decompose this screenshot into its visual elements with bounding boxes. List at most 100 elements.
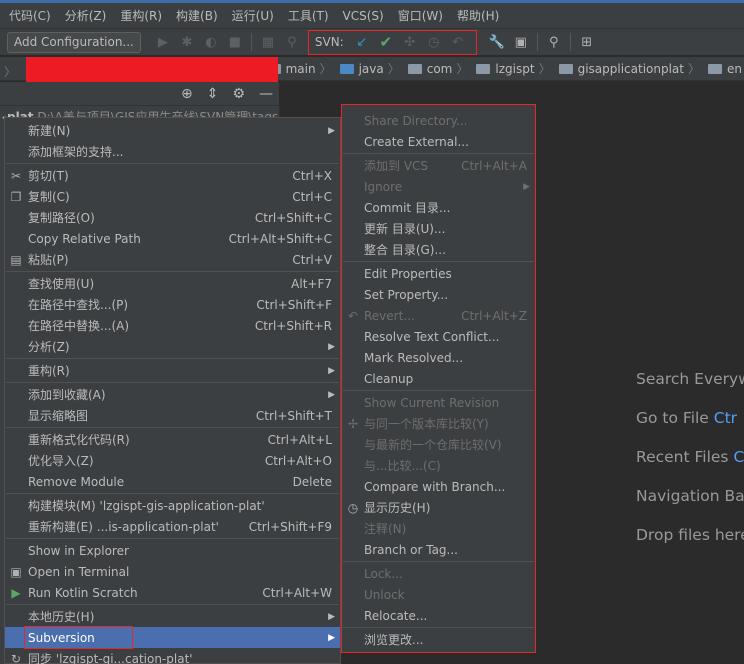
build-icon[interactable]: ▦ [256, 32, 280, 52]
context-menu-item-item[interactable]: 添加框架的支持... [5, 141, 340, 162]
svn-menu-item-item[interactable]: 浏览更改... [342, 629, 535, 650]
context-menu-item-r[interactable]: 重新格式化代码(R) Ctrl+Alt+L [5, 429, 340, 450]
structure-icon[interactable]: ⊞ [575, 32, 599, 52]
menu-item-label: Create External... [364, 134, 469, 149]
menu-h[interactable]: 帮助(H) [450, 7, 506, 24]
svn-menu-item-create-external[interactable]: Create External... [342, 131, 535, 152]
breadcrumb-item-gisapplicationplat[interactable]: gisapplicationplat 〉 [558, 60, 706, 77]
menu-item-label: Branch or Tag... [364, 542, 458, 557]
debug-icon[interactable]: ✱ [175, 32, 199, 52]
menu-c[interactable]: 代码(C) [2, 7, 58, 24]
editor-hint: Recent Files C [636, 448, 744, 466]
context-menu-item-item[interactable]: 显示缩略图 Ctrl+Shift+T [5, 405, 340, 426]
context-menu-item-copy-relative-path[interactable]: Copy Relative Path Ctrl+Alt+Shift+C [5, 228, 340, 249]
context-menu-item-e-is-application-plat[interactable]: 重新构建(E) ...is-application-plat' Ctrl+Shif… [5, 516, 340, 537]
menu-b[interactable]: 构建(B) [169, 7, 225, 24]
svn-menu-item-h[interactable]: ◷ 显示历史(H) [342, 497, 535, 518]
breadcrumb-label: en [727, 61, 742, 76]
breadcrumb-item-lzgispt[interactable]: lzgispt 〉 [476, 60, 556, 77]
locate-icon[interactable]: ⊕ [181, 86, 193, 102]
menu-separator [6, 427, 339, 428]
context-menu-item-t[interactable]: ✂ 剪切(T) Ctrl+X [5, 165, 340, 186]
menu-z[interactable]: 分析(Z) [58, 7, 114, 24]
svn-update-icon[interactable]: ↙ [350, 32, 374, 52]
context-menu-item-n[interactable]: 新建(N) ▶ [5, 120, 340, 141]
menu-r[interactable]: 重构(R) [113, 7, 169, 24]
svn-label: SVN: [314, 35, 344, 49]
context-menu-item-p[interactable]: 在路径中查找...(P) Ctrl+Shift+F [5, 294, 340, 315]
menu-item-label: 与同一个版本库比较(Y) [364, 417, 489, 431]
gear-icon[interactable]: ⚙ [232, 86, 245, 102]
context-menu-item-lzgispt-gi-cation-plat[interactable]: ↻ 同步 'lzgispt-gi...cation-plat' [5, 648, 340, 664]
svn-menu-item-set-property[interactable]: Set Property... [342, 284, 535, 305]
menu-separator [343, 561, 534, 562]
pin-icon[interactable]: ⚲ [280, 32, 304, 52]
svn-menu-item-g[interactable]: 整合 目录(G)... [342, 239, 535, 260]
coverage-icon[interactable]: ◐ [199, 32, 223, 52]
svn-menu-item-vcs: 添加到 VCS Ctrl+Alt+A [342, 155, 535, 176]
context-menu-item-remove-module[interactable]: Remove Module Delete [5, 471, 340, 492]
menu-item-label: Commit 目录... [364, 201, 451, 215]
breadcrumb-item-java[interactable]: java 〉 [339, 60, 406, 77]
menu-item-label: 新建(N) [28, 124, 71, 138]
svn-compare-icon[interactable]: ✣ [398, 32, 422, 52]
menu-u[interactable]: 运行(U) [225, 7, 281, 24]
menu-t[interactable]: 工具(T) [281, 7, 336, 24]
svn-menu-item-edit-properties[interactable]: Edit Properties [342, 263, 535, 284]
breadcrumb-item-com[interactable]: com 〉 [407, 60, 475, 77]
context-menu-item-z[interactable]: 分析(Z) ▶ [5, 336, 340, 357]
svn-menu-item-mark-resolved[interactable]: Mark Resolved... [342, 347, 535, 368]
run-icon[interactable]: ▶ [151, 32, 175, 52]
folder-icon [708, 63, 722, 74]
menu-item-icon: ▤ [10, 252, 22, 267]
project-structure-icon[interactable]: ▣ [509, 32, 533, 52]
collapse-icon[interactable]: ⇕ [207, 86, 219, 102]
svn-menu-item-show-current-revision: Show Current Revision [342, 392, 535, 413]
minimize-icon[interactable]: — [259, 86, 273, 102]
svn-menu-item-compare-with-branch[interactable]: Compare with Branch... [342, 476, 535, 497]
svn-menu-item-u[interactable]: 更新 目录(U)... [342, 218, 535, 239]
menu-item-label: 更新 目录(U)... [364, 222, 446, 236]
editor-hint-text: Search Everyw [636, 370, 744, 388]
context-menu-item-p[interactable]: ▤ 粘贴(P) Ctrl+V [5, 249, 340, 270]
context-menu-item-a[interactable]: 在路径中替换...(A) Ctrl+Shift+R [5, 315, 340, 336]
folder-icon [558, 63, 573, 74]
wrench-icon[interactable]: 🔧 [485, 32, 509, 52]
context-menu-item-open-in-terminal[interactable]: ▣ Open in Terminal [5, 561, 340, 582]
svn-revert-icon[interactable]: ↶ [446, 32, 470, 52]
context-menu-item-show-in-explorer[interactable]: Show in Explorer [5, 540, 340, 561]
context-menu-item-h[interactable]: 本地历史(H) ▶ [5, 606, 340, 627]
context-menu-item-run-kotlin-scratch[interactable]: ▶ Run Kotlin Scratch Ctrl+Alt+W [5, 582, 340, 603]
menu-item-label: Revert... [364, 308, 415, 323]
svn-menu-item-commit[interactable]: Commit 目录... [342, 197, 535, 218]
context-menu-item-o[interactable]: 复制路径(O) Ctrl+Shift+C [5, 207, 340, 228]
stop-icon[interactable]: ■ [223, 32, 247, 52]
svn-menu-item-relocate[interactable]: Relocate... [342, 605, 535, 626]
context-menu-item-r[interactable]: 重构(R) ▶ [5, 360, 340, 381]
svn-commit-icon[interactable]: ✔ [374, 32, 398, 52]
context-menu-item-m-lzgispt-gis-application-plat[interactable]: 构建模块(M) 'lzgispt-gis-application-plat' [5, 495, 340, 516]
svn-menu-item-branch-or-tag[interactable]: Branch or Tag... [342, 539, 535, 560]
svn-menu-item-n: 注释(N) [342, 518, 535, 539]
context-menu-item-a[interactable]: 添加到收藏(A) ▶ [5, 384, 340, 405]
menu-item-label: 重新构建(E) ...is-application-plat' [28, 520, 219, 534]
add-configuration-button[interactable]: Add Configuration... [7, 31, 141, 53]
menu-item-label: Unlock [364, 587, 405, 602]
breadcrumb-item-en[interactable]: en [708, 62, 742, 76]
menu-w[interactable]: 窗口(W) [391, 7, 450, 24]
menu-item-shortcut: Ctrl+Alt+O [264, 453, 332, 468]
menu-item-label: Lock... [364, 566, 403, 581]
context-menu-item-z[interactable]: 优化导入(Z) Ctrl+Alt+O [5, 450, 340, 471]
editor-hint-shortcut: Ctr [713, 409, 738, 427]
search-icon[interactable]: ⚲ [542, 32, 566, 52]
menu-item-shortcut: Ctrl+Alt+A [461, 158, 527, 173]
context-menu-item-u[interactable]: 查找使用(U) Alt+F7 [5, 273, 340, 294]
context-menu-item-c[interactable]: ❐ 复制(C) Ctrl+C [5, 186, 340, 207]
editor-hint-text: Recent Files [636, 448, 734, 466]
menu-item-label: Ignore [364, 179, 403, 194]
svn-history-icon[interactable]: ◷ [422, 32, 446, 52]
menu-vcs-s[interactable]: VCS(S) [336, 9, 391, 23]
svn-menu-item-cleanup[interactable]: Cleanup [342, 368, 535, 389]
svn-menu-item-resolve-text-conflict[interactable]: Resolve Text Conflict... [342, 326, 535, 347]
chevron-right-icon: 〉 [687, 62, 700, 76]
